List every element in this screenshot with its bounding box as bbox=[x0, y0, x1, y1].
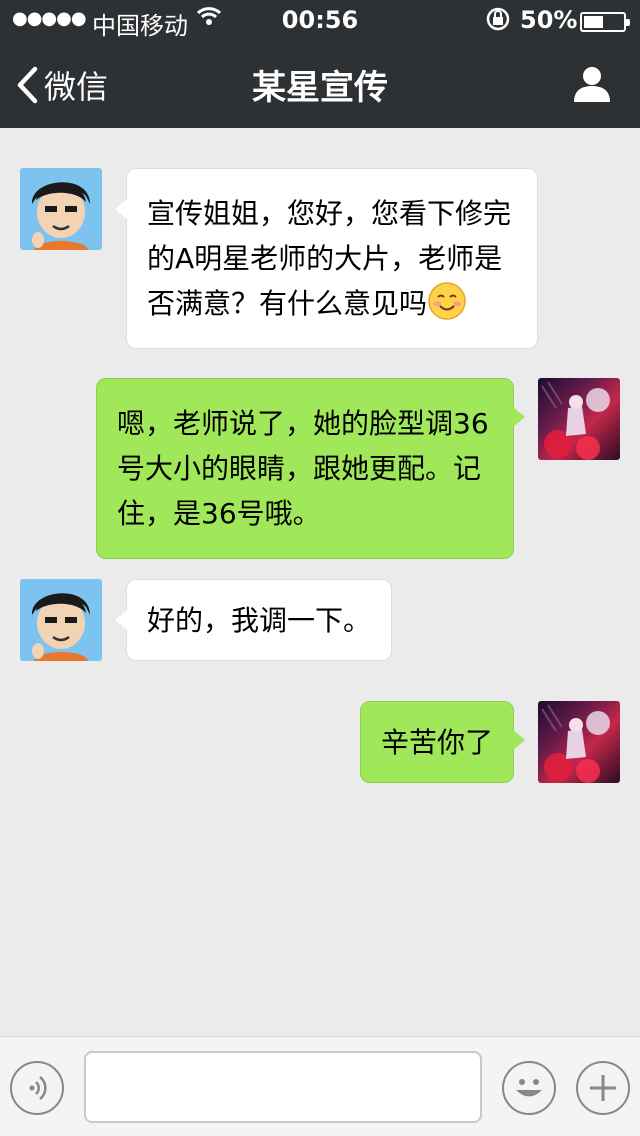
input-bar bbox=[0, 1036, 640, 1136]
message-bubble[interactable]: 嗯，老师说了，她的脸型调36号大小的眼睛，跟她更配。记住，是36号哦。 bbox=[96, 378, 525, 559]
battery-icon bbox=[580, 12, 630, 32]
battery-percent: 50% bbox=[520, 6, 578, 34]
message-bubble[interactable]: 宣传姐姐，您好，您看下修完的A明星老师的大片，老师是否满意？有什么意见吗 bbox=[115, 168, 538, 349]
nav-bar: 微信 某星宣传 bbox=[0, 42, 640, 128]
my-avatar[interactable] bbox=[538, 701, 620, 783]
message-text: 辛苦你了 bbox=[381, 726, 494, 759]
message-text: 嗯，老师说了，她的脸型调36号大小的眼睛，跟她更配。记住，是36号哦。 bbox=[117, 407, 489, 530]
message-bubble[interactable]: 辛苦你了 bbox=[360, 701, 525, 783]
more-button[interactable] bbox=[576, 1061, 630, 1115]
profile-button[interactable] bbox=[572, 64, 612, 108]
top-bar: ●●●●● 中国移动 00:56 50% 微信 某星宣传 bbox=[0, 0, 640, 128]
chat-area[interactable]: 宣传姐姐，您好，您看下修完的A明星老师的大片，老师是否满意？有什么意见吗 嗯，老… bbox=[0, 128, 640, 1036]
voice-button[interactable] bbox=[10, 1061, 64, 1115]
person-icon bbox=[572, 67, 612, 108]
my-avatar[interactable] bbox=[538, 378, 620, 460]
message-text: 好的，我调一下。 bbox=[147, 604, 372, 637]
message-input[interactable] bbox=[84, 1051, 482, 1123]
smile-emoji-icon bbox=[427, 281, 467, 321]
emoji-button[interactable] bbox=[502, 1061, 556, 1115]
rotation-lock-icon bbox=[484, 4, 512, 38]
page-title: 某星宣传 bbox=[252, 68, 388, 108]
contact-avatar[interactable] bbox=[20, 579, 102, 661]
message-bubble[interactable]: 好的，我调一下。 bbox=[115, 579, 392, 661]
status-bar: ●●●●● 中国移动 00:56 50% bbox=[0, 0, 640, 42]
contact-avatar[interactable] bbox=[20, 168, 102, 250]
